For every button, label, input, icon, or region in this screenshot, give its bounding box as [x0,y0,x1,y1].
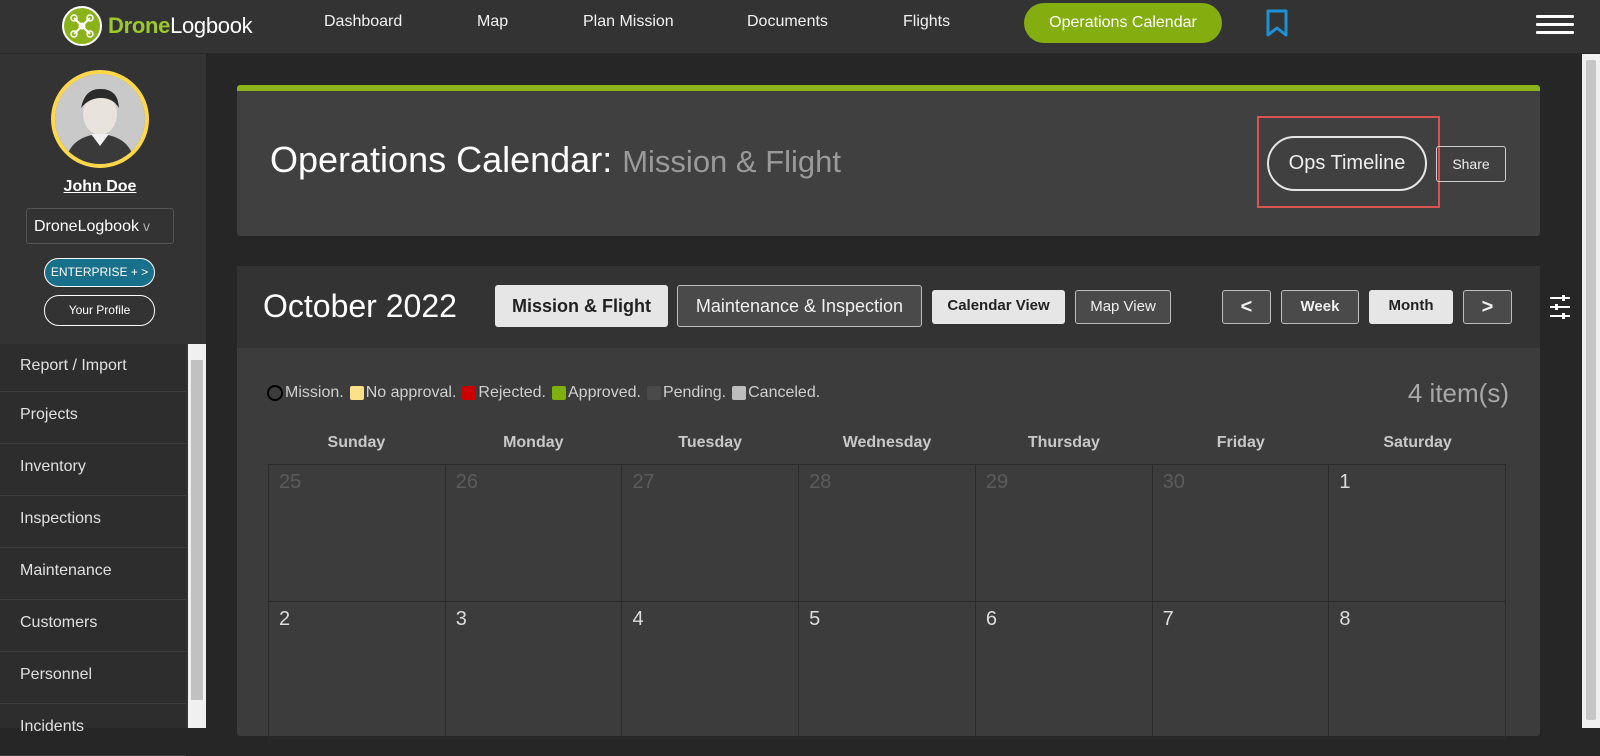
dow-thursday: Thursday [1027,434,1100,451]
sidebar-scrollbar[interactable] [188,344,206,728]
calendar-day[interactable]: 1 [1329,465,1507,602]
sidebar-item-inventory[interactable]: Inventory [0,444,186,496]
legend-no-approval: No approval. [349,384,456,402]
enterprise-plan-button[interactable]: ENTERPRISE + > [44,258,155,287]
dow-saturday: Saturday [1383,434,1452,451]
nav-flights[interactable]: Flights [903,0,950,44]
calendar-panel: October 2022 Mission & Flight Maintenanc… [237,266,1570,744]
dow-sunday: Sunday [327,434,386,451]
legend-swatch [646,386,661,400]
calendar-toolbar: October 2022 Mission & Flight Maintenanc… [237,266,1570,348]
filter-settings-icon[interactable] [1550,293,1570,326]
page-title-main: Operations Calendar: [270,139,613,180]
nav-documents[interactable]: Documents [747,0,828,44]
your-profile-button[interactable]: Your Profile [44,295,155,326]
legend-approved: Approved. [552,384,641,402]
user-name-link[interactable]: John Doe [0,178,200,196]
map-view-button[interactable]: Map View [1075,290,1171,324]
page-scroll-thumb[interactable] [1586,60,1596,720]
sidebar-scroll-thumb[interactable] [191,360,203,700]
calendar-week: 25 26 27 28 29 30 1 [269,465,1507,602]
dow-friday: Friday [1216,434,1265,451]
legend-swatch [732,386,747,400]
dow-monday: Monday [503,434,564,451]
dow-tuesday: Tuesday [678,434,743,451]
calendar-day[interactable]: 6 [975,602,1153,739]
avatar[interactable] [51,70,149,168]
calendar-day[interactable]: 28 [799,465,976,602]
dow-wednesday: Wednesday [842,434,932,451]
hamburger-menu-icon[interactable] [1536,15,1574,39]
calendar-day[interactable]: 4 [622,602,800,739]
next-button[interactable]: > [1463,290,1512,324]
tab-mission-flight[interactable]: Mission & Flight [495,285,668,327]
month-title: October 2022 [263,288,457,324]
calendar-day[interactable]: 26 [445,465,623,602]
legend-swatch [552,386,566,400]
calendar-week: 2 3 4 5 6 7 8 [269,602,1507,739]
chevron-down-icon: v [142,218,150,234]
legend-swatch [462,386,477,400]
main-content: Operations Calendar: Mission & Flight Op… [206,54,1600,744]
page-header: Operations Calendar: Mission & Flight Op… [237,85,1540,236]
calendar-day[interactable]: 3 [445,602,623,739]
item-count: 4 item(s) [1407,378,1509,408]
ops-timeline-button[interactable]: Ops Timeline [1267,136,1427,191]
sidebar-menu: Report / Import Projects Inventory Inspe… [0,344,186,756]
brand-name: DroneLogbook [108,13,253,38]
sidebar-item-customers[interactable]: Customers [0,600,186,652]
page-scrollbar[interactable] [1582,54,1600,728]
sidebar-item-projects[interactable]: Projects [0,392,186,444]
drone-logo-icon [62,6,102,46]
prev-button[interactable]: < [1222,290,1271,324]
calendar-day[interactable]: 7 [1152,602,1330,739]
calendar-day[interactable]: 27 [622,465,800,602]
legend-swatch [349,386,364,400]
nav-operations-calendar[interactable]: Operations Calendar [1024,3,1222,43]
sidebar-item-maintenance[interactable]: Maintenance [0,548,186,600]
calendar-day[interactable]: 2 [269,602,446,739]
legend-rejected: Rejected. [462,384,546,402]
status-legend: Mission. No approval. Rejected. Approved… [267,384,826,402]
mission-ring-icon [267,385,283,401]
sidebar-item-inspections[interactable]: Inspections [0,496,186,548]
page-title: Operations Calendar: Mission & Flight [270,139,841,181]
nav-map[interactable]: Map [477,0,508,44]
nav-dashboard[interactable]: Dashboard [324,0,402,44]
month-button[interactable]: Month [1369,290,1453,324]
organization-select[interactable]: DroneLogbook v [26,208,174,244]
calendar-day[interactable]: 30 [1152,465,1330,602]
legend-mission: Mission. [267,384,344,402]
tab-maintenance-inspection[interactable]: Maintenance & Inspection [677,285,922,327]
legend-pending: Pending. [646,384,726,402]
top-nav: DroneLogbook Dashboard Map Plan Mission … [0,0,1600,54]
sidebar-item-incidents[interactable]: Incidents [0,704,186,756]
organization-label: DroneLogbook [34,218,139,235]
days-of-week-header: Sunday Monday Tuesday Wednesday Thursday… [268,434,1506,460]
bookmark-icon[interactable] [1266,9,1288,42]
week-button[interactable]: Week [1281,290,1359,324]
sidebar-item-personnel[interactable]: Personnel [0,652,186,704]
nav-plan-mission[interactable]: Plan Mission [583,0,674,44]
calendar-day[interactable]: 25 [269,465,446,602]
page-subtitle: Mission & Flight [622,144,842,179]
calendar-view-button[interactable]: Calendar View [932,290,1065,324]
sidebar-item-report-import[interactable]: Report / Import [0,344,186,392]
calendar-day[interactable]: 8 [1329,602,1507,739]
calendar-day[interactable]: 5 [799,602,976,739]
sidebar: John Doe DroneLogbook v ENTERPRISE + > Yo… [0,54,206,756]
calendar-day[interactable]: 29 [975,465,1153,602]
app-logo[interactable]: DroneLogbook [62,5,253,47]
share-button[interactable]: Share [1436,146,1506,182]
legend-canceled: Canceled. [732,384,820,402]
calendar-grid: 25 26 27 28 29 30 1 2 3 4 5 6 7 8 [268,464,1507,744]
